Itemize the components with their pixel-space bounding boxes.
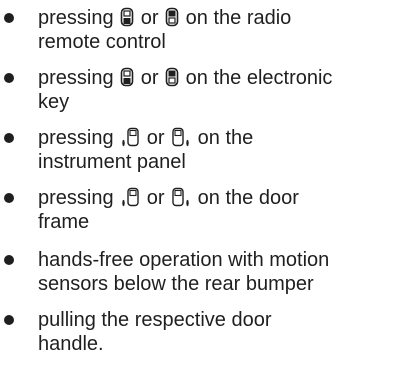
rear-door-open-icon <box>165 67 179 87</box>
list-item-line: handle. <box>38 333 104 355</box>
bullet-dot <box>4 73 14 83</box>
rear-door-close-icon <box>120 67 134 87</box>
bullet-dot <box>4 133 14 143</box>
bullet-dot <box>4 193 14 203</box>
rear-door-open-icon <box>165 7 179 27</box>
list-item-line: remote control <box>38 31 166 53</box>
list-item-line: key <box>38 91 70 113</box>
list-item-line: pressing or on the radio <box>38 7 292 29</box>
left-sliding-door-icon <box>120 127 140 147</box>
right-sliding-door-icon <box>171 187 191 207</box>
list-item-line: instrument panel <box>38 151 186 173</box>
rear-door-close-icon <box>120 7 134 27</box>
bullet-dot <box>4 255 14 265</box>
right-sliding-door-icon <box>171 127 191 147</box>
bullet-list: pressing or on the radio remote control <box>0 0 396 367</box>
list-item-line: pressing or on the electronic <box>38 67 333 89</box>
list-item-line: sensors below the rear bumper <box>38 273 314 295</box>
bullet-dot <box>4 13 14 23</box>
bullet-dot <box>4 315 14 325</box>
list-item-line: pulling the respective door <box>38 309 272 331</box>
list-item-line: pressing or on the door <box>38 187 299 209</box>
left-sliding-door-icon <box>120 187 140 207</box>
list-item-line: hands-free operation with motion <box>38 249 330 271</box>
list-item-line: pressing or on the <box>38 127 254 149</box>
list-item-line: frame <box>38 211 90 233</box>
